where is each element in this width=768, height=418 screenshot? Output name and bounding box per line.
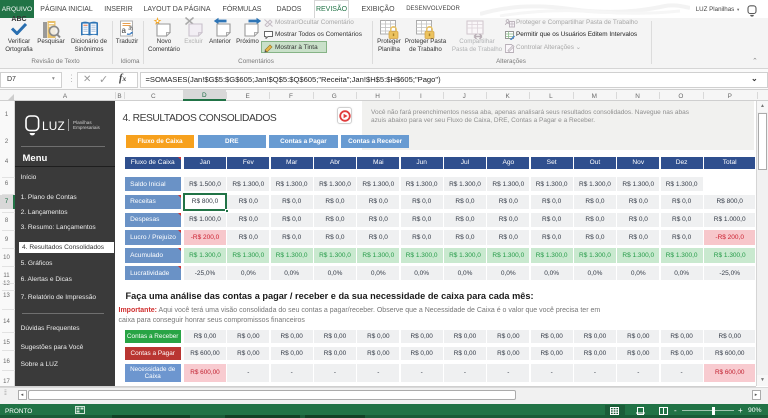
svg-text:a: a <box>122 26 127 35</box>
svg-text:あ: あ <box>128 25 134 32</box>
